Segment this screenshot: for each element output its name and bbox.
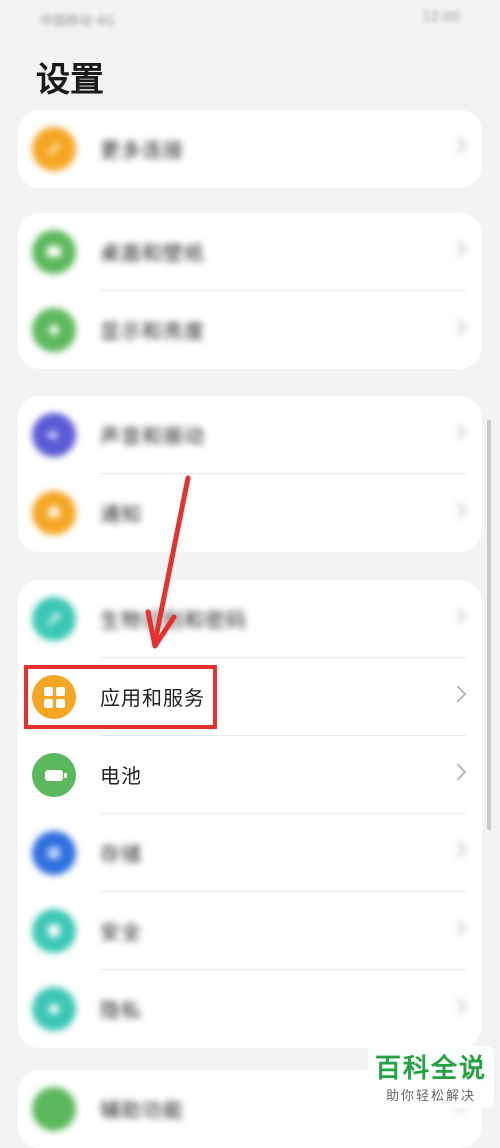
settings-row-sound-vibration[interactable]: 声音和振动	[18, 396, 482, 474]
chevron-right-icon	[449, 997, 467, 1015]
settings-row-label: 声音和振动	[100, 424, 205, 448]
wallpaper-icon	[32, 230, 76, 274]
battery-icon	[32, 753, 76, 797]
settings-row-label: 电池	[100, 764, 142, 788]
settings-row-notifications[interactable]: 通知	[18, 474, 482, 552]
key-icon	[32, 597, 76, 641]
settings-row-label: 生物识别和密码	[100, 608, 247, 632]
settings-row-wallpaper[interactable]: 桌面和壁纸	[18, 213, 482, 291]
settings-group-connections: 更多连接	[18, 110, 482, 188]
settings-row-biometrics[interactable]: 生物识别和密码	[18, 580, 482, 658]
watermark-subtitle: 助你轻松解决	[385, 1089, 476, 1104]
chevron-right-icon	[449, 919, 467, 937]
highlight-box	[24, 665, 217, 729]
storage-icon	[32, 831, 76, 875]
settings-row-label: 隐私	[100, 998, 142, 1022]
settings-row-privacy[interactable]: 隐私	[18, 970, 482, 1048]
settings-row-battery[interactable]: 电池	[18, 736, 482, 814]
chevron-right-icon	[449, 763, 467, 781]
chevron-right-icon	[449, 423, 467, 441]
chevron-right-icon	[449, 841, 467, 859]
accessibility-icon	[32, 1087, 76, 1131]
chevron-right-icon	[449, 607, 467, 625]
privacy-icon	[32, 987, 76, 1031]
chevron-right-icon	[449, 501, 467, 519]
settings-row-label: 存储	[100, 842, 142, 866]
chevron-right-icon	[449, 685, 467, 703]
settings-row-security[interactable]: 安全	[18, 892, 482, 970]
notification-icon	[32, 491, 76, 535]
scrollbar[interactable]	[487, 420, 491, 830]
settings-group-system: 生物识别和密码 应用和服务 电池 存储 安全 隐私	[18, 580, 482, 1048]
settings-row-storage[interactable]: 存储	[18, 814, 482, 892]
display-icon	[32, 308, 76, 352]
settings-row-label: 辅助功能	[100, 1098, 184, 1122]
settings-row-label: 显示和亮度	[100, 319, 205, 343]
security-icon	[32, 909, 76, 953]
settings-group-sound: 声音和振动 通知	[18, 396, 482, 552]
status-bar: 中国移动 4G 12:00	[0, 0, 500, 40]
clock-text: 12:00	[422, 10, 460, 25]
watermark: 百科全说 助你轻松解决	[368, 1046, 494, 1108]
carrier-text: 中国移动 4G	[40, 14, 115, 29]
link-icon	[32, 127, 76, 171]
page-title: 设置	[36, 60, 104, 100]
settings-row-label: 通知	[100, 502, 142, 526]
settings-row-display-brightness[interactable]: 显示和亮度	[18, 291, 482, 369]
chevron-right-icon	[449, 318, 467, 336]
sound-icon	[32, 413, 76, 457]
settings-row-label: 桌面和壁纸	[100, 241, 205, 265]
chevron-right-icon	[449, 137, 467, 155]
settings-row-label: 更多连接	[100, 138, 184, 162]
watermark-title: 百科全说	[374, 1054, 487, 1084]
settings-group-display: 桌面和壁纸 显示和亮度	[18, 213, 482, 369]
settings-row-more-connections[interactable]: 更多连接	[18, 110, 482, 188]
settings-row-label: 安全	[100, 920, 142, 944]
chevron-right-icon	[449, 240, 467, 258]
